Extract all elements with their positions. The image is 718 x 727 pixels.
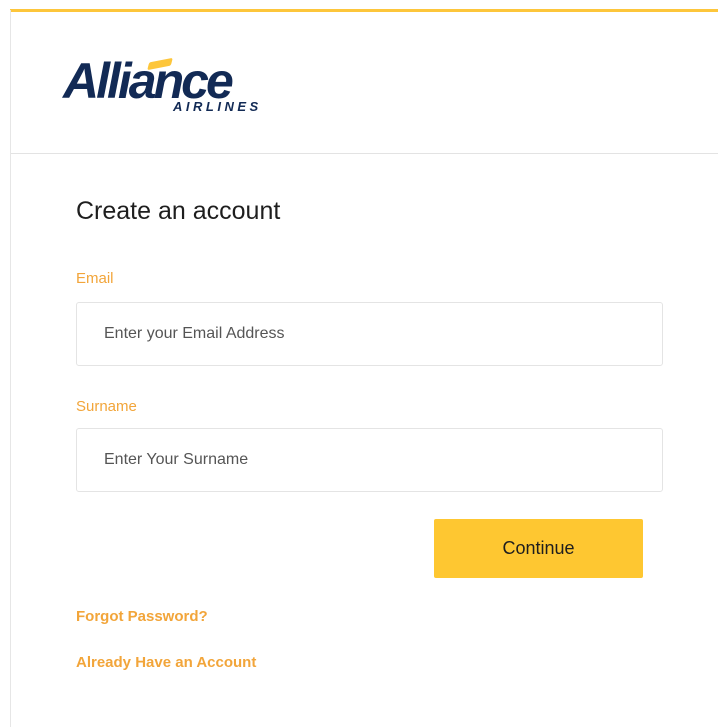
forgot-password-link[interactable]: Forgot Password? [76,608,208,626]
surname-field[interactable] [76,428,663,492]
email-field[interactable] [76,302,663,366]
header: Alliance AIRLINES [11,12,718,154]
page-title: Create an account [76,197,281,225]
alliance-airlines-logo[interactable]: Alliance AIRLINES [63,56,293,128]
email-label: Email [76,270,114,287]
logo-subtext: AIRLINES [173,99,262,114]
page: Alliance AIRLINES Create an account Emai… [0,0,718,727]
surname-label: Surname [76,398,137,415]
continue-button[interactable]: Continue [434,519,643,578]
already-have-account-link[interactable]: Already Have an Account [76,654,256,672]
